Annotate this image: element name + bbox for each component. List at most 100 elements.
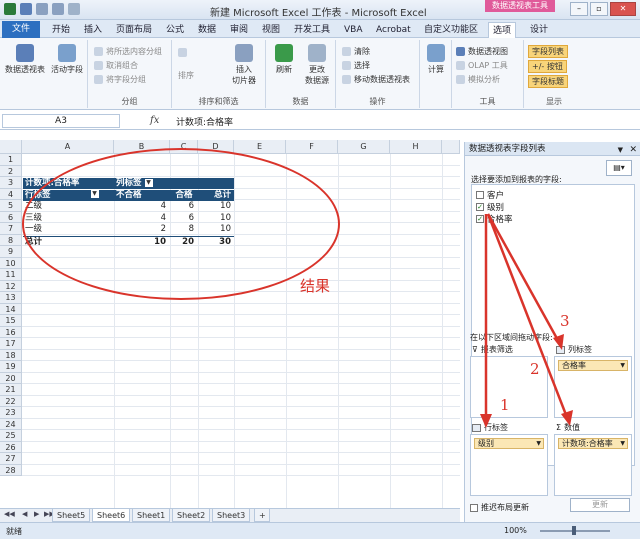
row-header[interactable]: 20 <box>0 372 22 384</box>
row-header[interactable]: 10 <box>0 257 22 269</box>
sheet-tab-sheet3[interactable]: Sheet3 <box>212 509 251 522</box>
row-header[interactable]: 2 <box>0 165 22 177</box>
name-box[interactable]: A3 <box>2 114 120 128</box>
prev-sheet-arrow-icon[interactable]: ◀ <box>22 510 27 518</box>
chevron-down-icon[interactable]: ▼ <box>620 361 625 370</box>
row-field-chip[interactable]: 级别 ▼ <box>474 438 544 449</box>
row-header[interactable]: 25 <box>0 430 22 442</box>
field-headers-button[interactable]: 字段标题 <box>528 75 568 88</box>
tab-vba[interactable]: VBA <box>340 22 367 38</box>
row-header[interactable]: 7 <box>0 223 22 235</box>
redo-icon[interactable] <box>52 3 64 15</box>
row-header[interactable]: 13 <box>0 292 22 304</box>
tab-developer[interactable]: 开发工具 <box>290 22 334 38</box>
row-header[interactable]: 4 <box>0 188 22 200</box>
tab-home[interactable]: 开始 <box>48 22 74 38</box>
tab-view[interactable]: 视图 <box>258 22 284 38</box>
quick-access-icon[interactable] <box>68 3 80 15</box>
checkbox-checked[interactable]: ✓ <box>476 203 484 211</box>
tab-formulas[interactable]: 公式 <box>162 22 188 38</box>
checkbox[interactable] <box>470 503 478 512</box>
row-header[interactable]: 24 <box>0 418 22 430</box>
tab-design[interactable]: 设计 <box>526 22 552 38</box>
field-list-button[interactable]: 字段列表 <box>528 45 568 58</box>
column-header-a[interactable]: A <box>22 140 114 154</box>
olap-button[interactable]: OLAP 工具 <box>456 60 508 71</box>
row-header[interactable]: 11 <box>0 269 22 281</box>
first-sheet-arrow-icon[interactable]: ◀◀ <box>4 510 15 518</box>
group-selection-button[interactable]: 将所选内容分组 <box>94 46 162 57</box>
tab-custom-ribbon[interactable]: 自定义功能区 <box>420 22 482 38</box>
tab-insert[interactable]: 插入 <box>80 22 106 38</box>
row-header[interactable]: 15 <box>0 315 22 327</box>
row-header[interactable]: 21 <box>0 384 22 396</box>
select-all-corner[interactable] <box>0 140 22 154</box>
chevron-down-icon[interactable]: ▼ <box>620 439 625 448</box>
pane-menu-icon[interactable]: ▼ <box>618 143 623 157</box>
calc-button[interactable]: 计算 <box>422 44 450 75</box>
values-area[interactable]: 计数项:合格率 ▼ <box>554 434 632 496</box>
row-header[interactable]: 17 <box>0 338 22 350</box>
row-header[interactable]: 26 <box>0 441 22 453</box>
row-header[interactable]: 5 <box>0 200 22 212</box>
next-sheet-arrow-icon[interactable]: ▶ <box>34 510 39 518</box>
row-header[interactable]: 8 <box>0 234 22 246</box>
row-labels-area[interactable]: 级别 ▼ <box>470 434 548 496</box>
active-field-button[interactable]: 活动字段 <box>48 44 86 75</box>
value-field-chip[interactable]: 计数项:合格率 ▼ <box>558 438 628 449</box>
fx-icon[interactable]: fx <box>150 115 159 126</box>
tab-page-layout[interactable]: 页面布局 <box>112 22 156 38</box>
row-header[interactable]: 19 <box>0 361 22 373</box>
field-item-level[interactable]: ✓ 级别 <box>476 201 504 213</box>
row-header[interactable]: 18 <box>0 349 22 361</box>
column-header-g[interactable]: G <box>338 140 390 154</box>
whatif-button[interactable]: 模拟分析 <box>456 74 500 85</box>
new-sheet-icon[interactable]: + <box>254 509 270 522</box>
sheet-tab-sheet1[interactable]: Sheet1 <box>132 509 171 522</box>
sort-button[interactable]: 排序 <box>178 70 194 81</box>
pivot-chart-button[interactable]: 数据透视图 <box>456 46 508 57</box>
refresh-button[interactable]: 刷新 <box>270 44 298 75</box>
close-button[interactable]: ✕ <box>610 2 636 16</box>
move-pivot-button[interactable]: 移动数据透视表 <box>342 74 410 85</box>
row-header[interactable]: 12 <box>0 280 22 292</box>
tab-data[interactable]: 数据 <box>194 22 220 38</box>
minimize-button[interactable]: – <box>570 2 588 16</box>
sheet-tab-sheet2[interactable]: Sheet2 <box>172 509 211 522</box>
pivot-table-button[interactable]: 数据透视表 <box>4 44 46 75</box>
checkbox[interactable] <box>476 191 484 199</box>
row-header[interactable]: 27 <box>0 453 22 465</box>
checkbox-checked[interactable]: ✓ <box>476 215 484 223</box>
column-field-chip[interactable]: 合格率 ▼ <box>558 360 628 371</box>
plusminus-button[interactable]: +/- 按钮 <box>528 60 567 73</box>
select-button[interactable]: 选择 <box>342 60 370 71</box>
sheet-tab-sheet6[interactable]: Sheet6 <box>92 509 131 522</box>
row-header[interactable]: 6 <box>0 211 22 223</box>
sheet-tab-sheet5[interactable]: Sheet5 <box>52 509 91 522</box>
field-item-customer[interactable]: 客户 <box>476 189 504 201</box>
defer-update-option[interactable]: 推迟布局更新 <box>470 502 529 513</box>
clear-button[interactable]: 清除 <box>342 46 370 57</box>
tab-acrobat[interactable]: Acrobat <box>372 22 415 38</box>
zoom-level[interactable]: 100% <box>504 526 527 535</box>
change-source-button[interactable]: 更改 数据源 <box>300 44 334 86</box>
row-header[interactable]: 16 <box>0 326 22 338</box>
tab-review[interactable]: 审阅 <box>226 22 252 38</box>
row-header[interactable]: 14 <box>0 303 22 315</box>
tab-options[interactable]: 选项 <box>488 22 517 38</box>
column-header-h[interactable]: H <box>390 140 442 154</box>
column-header-f[interactable]: F <box>286 140 338 154</box>
row-header[interactable]: 28 <box>0 464 22 476</box>
field-item-pass-rate[interactable]: ✓ 合格率 <box>476 213 513 225</box>
layout-options-button[interactable]: ▤▾ <box>606 160 632 176</box>
save-icon[interactable] <box>20 3 32 15</box>
pane-close-icon[interactable]: ✕ <box>629 143 637 157</box>
row-header[interactable]: 1 <box>0 154 22 166</box>
formula-input[interactable]: 计数项:合格率 <box>176 115 233 128</box>
row-header[interactable]: 9 <box>0 246 22 258</box>
undo-icon[interactable] <box>36 3 48 15</box>
ungroup-button[interactable]: 取消组合 <box>94 60 138 71</box>
column-header-e[interactable]: E <box>234 140 286 154</box>
row-header[interactable]: 22 <box>0 395 22 407</box>
chevron-down-icon[interactable]: ▼ <box>536 439 541 448</box>
